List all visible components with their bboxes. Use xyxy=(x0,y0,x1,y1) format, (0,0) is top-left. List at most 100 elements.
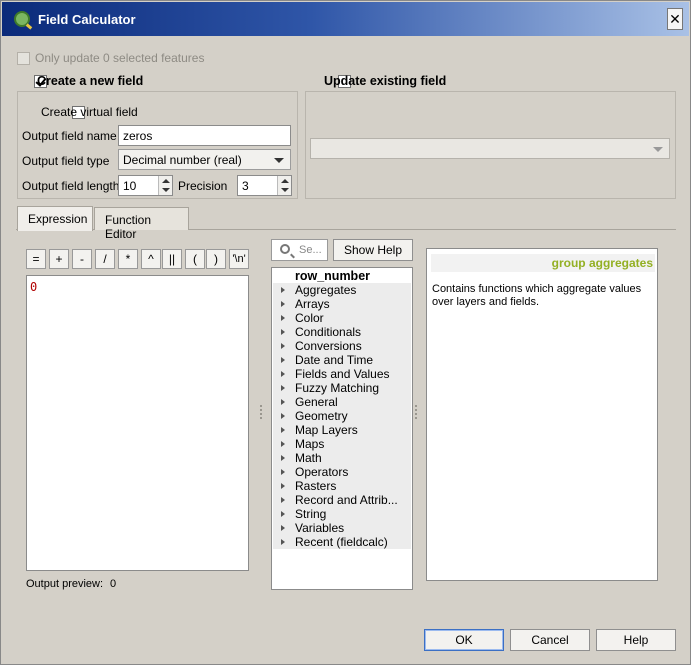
tree-group-item[interactable]: Record and Attrib... xyxy=(273,493,411,507)
tree-group-item[interactable]: Arrays xyxy=(273,297,411,311)
operator-newline-button[interactable]: '\n' xyxy=(229,249,249,269)
only-update-selected-label: Only update 0 selected features xyxy=(35,51,205,65)
close-icon[interactable]: ✕ xyxy=(667,8,683,30)
help-title: group aggregates xyxy=(431,254,655,272)
search-icon xyxy=(280,244,290,254)
spin-up-icon[interactable] xyxy=(281,179,289,183)
expand-caret-icon[interactable] xyxy=(281,287,285,293)
tree-item-label: Color xyxy=(295,311,324,325)
output-preview-label: Output preview: xyxy=(26,578,104,590)
create-virtual-field-label: Create virtual field xyxy=(41,105,138,119)
tree-item-label: Fields and Values xyxy=(295,367,390,381)
ok-button[interactable]: OK xyxy=(424,629,504,651)
output-field-length-spinbox[interactable]: 10 xyxy=(118,175,173,196)
expand-caret-icon[interactable] xyxy=(281,301,285,307)
expand-caret-icon[interactable] xyxy=(281,497,285,503)
operator-minus-button[interactable]: - xyxy=(72,249,92,269)
tree-group-item[interactable]: General xyxy=(273,395,411,409)
spin-buttons[interactable] xyxy=(158,176,172,195)
window-title: Field Calculator xyxy=(38,12,136,27)
tree-item-label: Record and Attrib... xyxy=(295,493,398,507)
expand-caret-icon[interactable] xyxy=(281,399,285,405)
chevron-down-icon xyxy=(274,158,284,163)
output-preview-value: 0 xyxy=(110,578,117,590)
help-button[interactable]: Help xyxy=(596,629,676,651)
tree-group-item[interactable]: Conditionals xyxy=(273,325,411,339)
tree-item-label: Geometry xyxy=(295,409,348,423)
spin-up-icon[interactable] xyxy=(162,179,170,183)
tree-group-item[interactable]: Math xyxy=(273,451,411,465)
tree-group-item[interactable]: Geometry xyxy=(273,409,411,423)
spin-down-icon[interactable] xyxy=(281,188,289,192)
expand-caret-icon[interactable] xyxy=(281,343,285,349)
expand-caret-icon[interactable] xyxy=(281,483,285,489)
expand-caret-icon[interactable] xyxy=(281,469,285,475)
operator-concat-button[interactable]: || xyxy=(162,249,182,269)
field-calculator-dialog: Field Calculator ✕ Only update 0 selecte… xyxy=(0,0,691,665)
tree-item-label: Conversions xyxy=(295,339,362,353)
tab-expression[interactable]: Expression xyxy=(17,206,93,231)
tree-group-item[interactable]: Map Layers xyxy=(273,423,411,437)
tree-group-item[interactable]: Rasters xyxy=(273,479,411,493)
precision-spinbox[interactable]: 3 xyxy=(237,175,292,196)
tree-group-item[interactable]: Variables xyxy=(273,521,411,535)
tree-item-label: row_number xyxy=(295,269,371,283)
expand-caret-icon[interactable] xyxy=(281,539,285,545)
tree-group-item[interactable]: Fields and Values xyxy=(273,367,411,381)
operator-divide-button[interactable]: / xyxy=(95,249,115,269)
function-tree[interactable]: row_number Aggregates Arrays Color Condition… xyxy=(271,267,413,590)
expand-caret-icon[interactable] xyxy=(281,329,285,335)
tab-function-editor[interactable]: Function Editor xyxy=(94,207,189,241)
tree-group-item[interactable]: Operators xyxy=(273,465,411,479)
spin-down-icon[interactable] xyxy=(162,188,170,192)
expand-caret-icon[interactable] xyxy=(281,371,285,377)
existing-field-select[interactable] xyxy=(310,138,670,159)
show-help-button[interactable]: Show Help xyxy=(333,239,413,261)
tree-group-item[interactable]: Aggregates xyxy=(273,283,411,297)
tree-item-label: General xyxy=(295,395,338,409)
splitter-handle[interactable] xyxy=(415,405,417,419)
tree-group-item[interactable]: Conversions xyxy=(273,339,411,353)
tree-item-selected[interactable]: row_number xyxy=(273,269,411,283)
expand-caret-icon[interactable] xyxy=(281,385,285,391)
tree-item-label: Variables xyxy=(295,521,345,535)
precision-value: 3 xyxy=(242,179,249,193)
tree-item-label: Map Layers xyxy=(295,423,358,437)
output-field-type-label: Output field type xyxy=(22,154,110,168)
tree-group-item[interactable]: Color xyxy=(273,311,411,325)
only-update-selected-checkbox[interactable] xyxy=(17,52,30,66)
tree-group-item[interactable]: Maps xyxy=(273,437,411,451)
operator-multiply-button[interactable]: * xyxy=(118,249,138,269)
cancel-button[interactable]: Cancel xyxy=(510,629,590,651)
expression-editor[interactable]: 0 xyxy=(26,275,249,571)
operator-equals-button[interactable]: = xyxy=(26,249,46,269)
expand-caret-icon[interactable] xyxy=(281,413,285,419)
function-search-input[interactable]: Se... xyxy=(271,239,328,261)
expand-caret-icon[interactable] xyxy=(281,315,285,321)
expand-caret-icon[interactable] xyxy=(281,441,285,447)
splitter-handle[interactable] xyxy=(260,405,262,419)
spin-buttons[interactable] xyxy=(277,176,291,195)
expand-caret-icon[interactable] xyxy=(281,511,285,517)
expand-caret-icon[interactable] xyxy=(281,455,285,461)
tree-item-label: Maps xyxy=(295,437,325,451)
tree-group-item[interactable]: Fuzzy Matching xyxy=(273,381,411,395)
title-bar: Field Calculator ✕ xyxy=(2,2,689,36)
operator-plus-button[interactable]: + xyxy=(49,249,69,269)
tree-item-label: Aggregates xyxy=(295,283,357,297)
expand-caret-icon[interactable] xyxy=(281,357,285,363)
expand-caret-icon[interactable] xyxy=(281,525,285,531)
output-field-type-select[interactable]: Decimal number (real) xyxy=(118,149,291,170)
operator-open-paren-button[interactable]: ( xyxy=(185,249,205,269)
operator-close-paren-button[interactable]: ) xyxy=(206,249,226,269)
tree-group-item[interactable]: String xyxy=(273,507,411,521)
tree-group-item[interactable]: Date and Time xyxy=(273,353,411,367)
expand-caret-icon[interactable] xyxy=(281,427,285,433)
chevron-down-icon xyxy=(653,147,663,152)
operator-power-button[interactable]: ^ xyxy=(141,249,161,269)
tree-item-label: Date and Time xyxy=(295,353,374,367)
precision-label: Precision xyxy=(178,179,228,193)
tree-group-item[interactable]: Recent (fieldcalc) xyxy=(273,535,411,549)
tree-item-label: Arrays xyxy=(295,297,330,311)
output-field-name-input[interactable]: zeros xyxy=(118,125,291,146)
